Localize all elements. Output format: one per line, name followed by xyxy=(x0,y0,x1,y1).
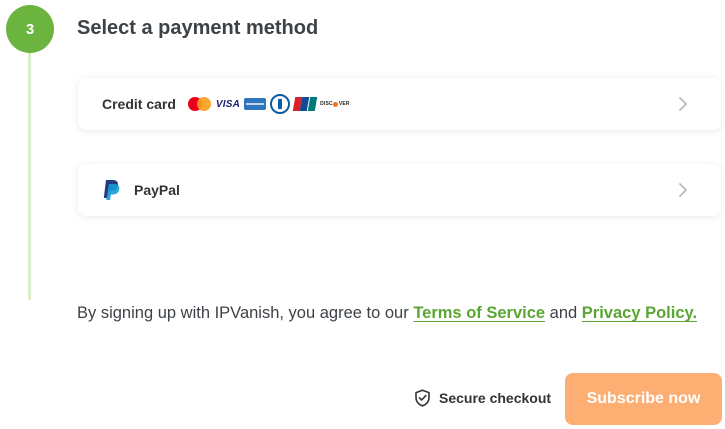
card-logos: VISA DISC VER xyxy=(187,94,350,114)
payment-option-label: PayPal xyxy=(134,182,180,198)
visa-icon: VISA xyxy=(215,98,241,110)
privacy-policy-link[interactable]: Privacy Policy. xyxy=(582,304,697,322)
secure-checkout-text: Secure checkout xyxy=(439,390,552,406)
payment-option-paypal[interactable]: PayPal xyxy=(78,164,721,216)
shield-check-icon xyxy=(415,389,430,407)
terms-of-service-link[interactable]: Terms of Service xyxy=(413,304,545,322)
mastercard-icon xyxy=(187,97,212,111)
chevron-right-icon xyxy=(679,97,687,111)
discover-icon: DISC VER xyxy=(320,101,350,107)
unionpay-icon xyxy=(292,97,318,111)
terms-middle: and xyxy=(545,304,582,322)
chevron-right-icon xyxy=(679,183,687,197)
payment-option-label: Credit card xyxy=(102,96,176,112)
terms-prefix: By signing up with IPVanish, you agree t… xyxy=(77,304,414,322)
amex-icon xyxy=(244,98,267,110)
section-title: Select a payment method xyxy=(77,17,319,39)
checkout-step-payment: 3 Select a payment method Credit card VI… xyxy=(0,0,725,429)
paypal-icon xyxy=(103,180,120,200)
step-progress-line xyxy=(28,30,31,300)
payment-option-credit-card[interactable]: Credit card VISA DISC VER xyxy=(78,78,721,130)
secure-checkout-label: Secure checkout xyxy=(414,389,551,407)
diners-club-icon xyxy=(270,94,291,114)
subscribe-now-button[interactable]: Subscribe now xyxy=(565,373,722,425)
terms-agreement-text: By signing up with IPVanish, you agree t… xyxy=(77,300,707,326)
step-number-badge: 3 xyxy=(6,5,54,53)
